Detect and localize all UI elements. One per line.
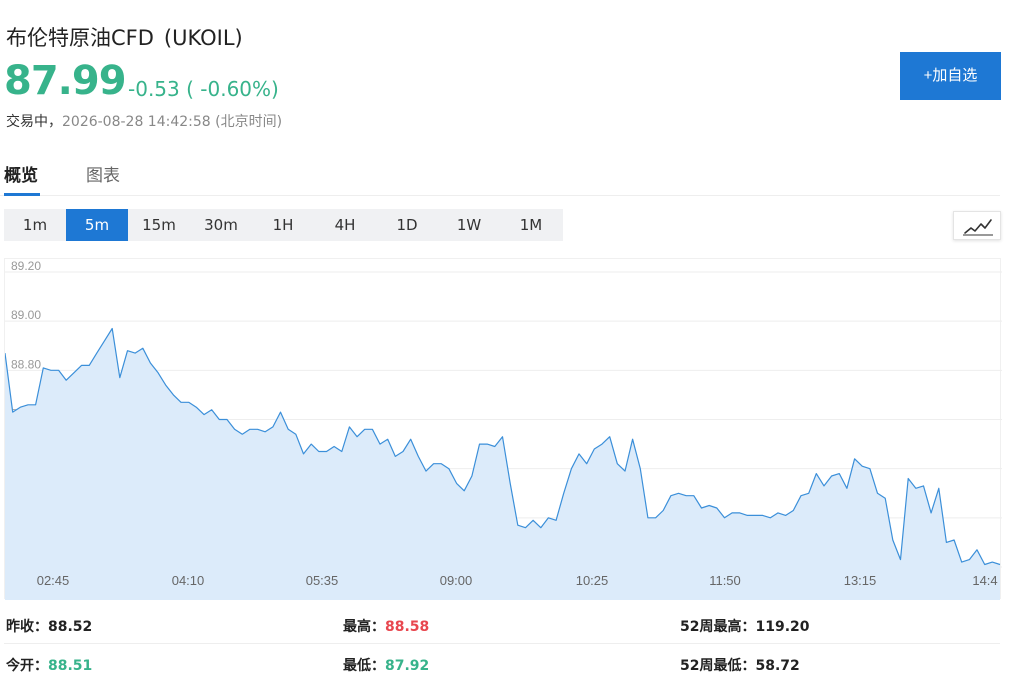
active-tab-indicator xyxy=(4,193,40,196)
stat-low-value: 87.92 xyxy=(385,658,430,674)
tab-chart[interactable]: 图表 xyxy=(86,161,120,186)
x-tick-label: 09:00 xyxy=(440,573,473,588)
x-tick-label: 14:4 xyxy=(972,573,997,588)
stat-open: 今开：88.51 xyxy=(6,655,92,675)
instrument-symbol: (UKOIL) xyxy=(163,26,243,50)
add-watchlist-button[interactable]: +加自选 xyxy=(900,52,1001,100)
price-change: -0.53 ( -0.60%) xyxy=(128,77,279,101)
stat-52w-high-value: 119.20 xyxy=(755,619,810,635)
interval-30m[interactable]: 30m xyxy=(190,209,252,241)
interval-4h[interactable]: 4H xyxy=(314,209,376,241)
stat-52w-high: 52周最高：119.20 xyxy=(680,616,810,636)
instrument-name: 布伦特原油CFD xyxy=(6,26,154,50)
stat-52w-low-value: 58.72 xyxy=(755,658,800,674)
chart-type-button[interactable] xyxy=(953,211,1001,240)
interval-selector: 1m 5m 15m 30m 1H 4H 1D 1W 1M xyxy=(4,209,563,241)
interval-1h[interactable]: 1H xyxy=(252,209,314,241)
stat-high-label: 最高： xyxy=(343,619,385,635)
interval-1w[interactable]: 1W xyxy=(438,209,500,241)
y-tick-label: 89.00 xyxy=(11,308,41,322)
y-tick-label: 88.80 xyxy=(11,357,41,371)
stat-52w-low-label: 52周最低： xyxy=(680,658,756,674)
interval-1mo[interactable]: 1M xyxy=(500,209,562,241)
y-tick-label: 89.20 xyxy=(11,259,41,273)
stat-prev-close: 昨收：88.52 xyxy=(6,616,92,636)
interval-15m[interactable]: 15m xyxy=(128,209,190,241)
price-chart[interactable]: 89.2089.0088.8088.6088.4088.2088.0002:45… xyxy=(4,258,1002,600)
instrument-title: 布伦特原油CFD (UKOIL) xyxy=(6,22,243,52)
quote-timestamp: 2026-08-28 14:42:58 xyxy=(62,114,211,130)
series-area xyxy=(5,328,1000,600)
timezone-label: (北京时间) xyxy=(215,114,283,130)
stat-high: 最高：88.58 xyxy=(343,616,429,636)
x-tick-label: 04:10 xyxy=(172,573,205,588)
interval-1m[interactable]: 1m xyxy=(4,209,66,241)
stats-divider xyxy=(4,643,1000,644)
price-chart-svg: 89.2089.0088.8088.6088.4088.2088.0002:45… xyxy=(5,259,1002,600)
last-price: 87.99 xyxy=(4,58,127,104)
stat-prev-close-label: 昨收： xyxy=(6,619,48,635)
stat-52w-high-label: 52周最高： xyxy=(680,619,756,635)
line-chart-icon xyxy=(963,219,993,236)
x-tick-label: 02:45 xyxy=(37,573,70,588)
stat-open-value: 88.51 xyxy=(48,658,93,674)
stat-52w-low: 52周最低：58.72 xyxy=(680,655,800,675)
x-tick-label: 05:35 xyxy=(306,573,339,588)
stat-prev-close-value: 88.52 xyxy=(48,619,93,635)
tab-overview[interactable]: 概览 xyxy=(4,161,38,186)
stat-high-value: 88.58 xyxy=(385,619,430,635)
stat-low-label: 最低： xyxy=(343,658,385,674)
status-label: 交易中， xyxy=(6,114,62,130)
interval-1d[interactable]: 1D xyxy=(376,209,438,241)
x-tick-label: 10:25 xyxy=(576,573,609,588)
view-tabs: 概览 图表 xyxy=(0,150,1000,196)
stat-low: 最低：87.92 xyxy=(343,655,429,675)
interval-5m[interactable]: 5m xyxy=(66,209,128,241)
x-tick-label: 11:50 xyxy=(709,573,741,588)
x-tick-label: 13:15 xyxy=(844,573,877,588)
trading-status: 交易中，2026-08-28 14:42:58 (北京时间) xyxy=(6,111,282,131)
stat-open-label: 今开： xyxy=(6,658,48,674)
